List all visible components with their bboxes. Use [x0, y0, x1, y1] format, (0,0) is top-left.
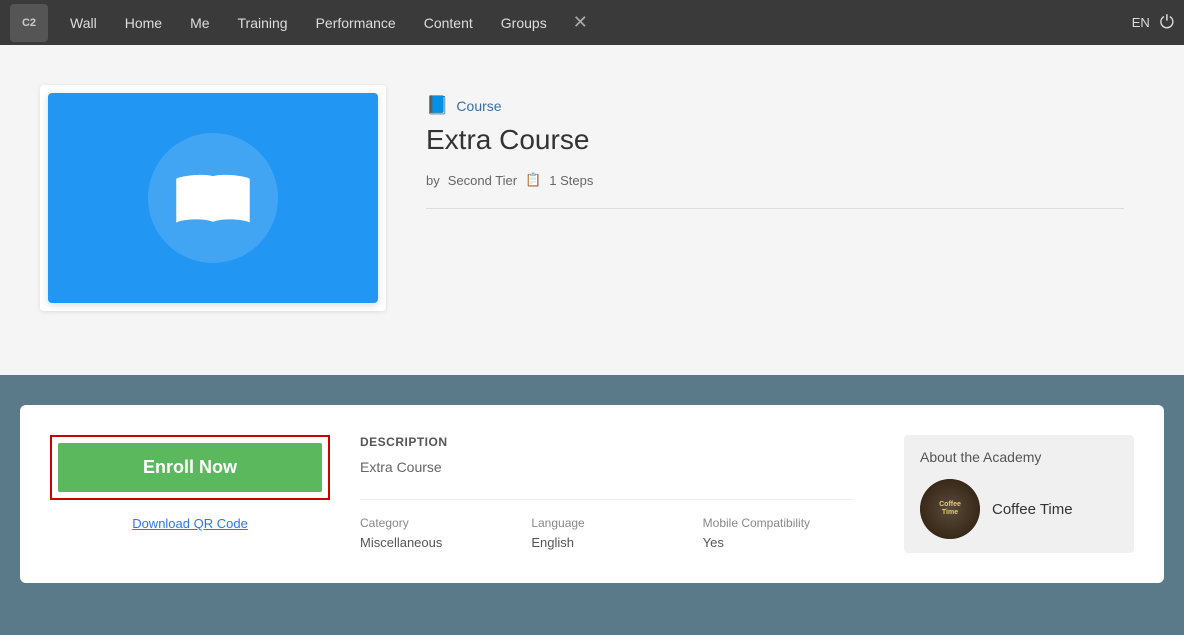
course-info: 📘 Course Extra Course by Second Tier 📋 1… — [426, 85, 1124, 209]
book-icon — [168, 163, 258, 233]
academy-name: Coffee Time — [992, 501, 1073, 518]
nav-performance[interactable]: Performance — [302, 0, 410, 45]
course-type-icon: 📘 — [426, 95, 448, 116]
meta-grid: Category Miscellaneous Language English … — [360, 516, 854, 552]
nav-me[interactable]: Me — [176, 0, 223, 45]
author-name: Second Tier — [448, 173, 517, 188]
nav-home[interactable]: Home — [111, 0, 176, 45]
mobile-value: Yes — [703, 535, 724, 550]
coffee-logo-text: CoffeeTime — [939, 501, 961, 518]
right-controls: EN ⏻ — [1132, 12, 1174, 33]
mobile-label: Mobile Compatibility — [703, 516, 854, 530]
course-thumbnail-wrapper — [40, 85, 386, 311]
mobile-item: Mobile Compatibility Yes — [703, 516, 854, 552]
steps-count: 1 Steps — [549, 173, 593, 188]
coffee-logo: CoffeeTime — [920, 479, 980, 539]
bottom-section: Enroll Now Download QR Code DESCRIPTION … — [0, 375, 1184, 635]
course-type: 📘 Course — [426, 95, 1124, 116]
category-value: Miscellaneous — [360, 535, 442, 550]
academy-column: About the Academy CoffeeTime Coffee Time — [904, 435, 1134, 553]
language-selector[interactable]: EN — [1132, 15, 1150, 30]
category-label: Category — [360, 516, 511, 530]
download-qr-link[interactable]: Download QR Code — [132, 516, 248, 531]
language-item: Language English — [531, 516, 682, 552]
description-column: DESCRIPTION Extra Course Category Miscel… — [360, 435, 874, 553]
course-header-section: 📘 Course Extra Course by Second Tier 📋 1… — [0, 45, 1184, 375]
steps-icon: 📋 — [525, 172, 541, 188]
thumbnail-circle — [148, 133, 278, 263]
enroll-button-wrapper: Enroll Now — [50, 435, 330, 500]
enroll-column: Enroll Now Download QR Code — [50, 435, 330, 553]
bottom-inner: Enroll Now Download QR Code DESCRIPTION … — [20, 405, 1164, 583]
nav-groups[interactable]: Groups — [487, 0, 561, 45]
language-label: Language — [531, 516, 682, 530]
description-divider — [360, 499, 854, 500]
description-text: Extra Course — [360, 459, 854, 475]
navbar: C2 Wall Home Me Training Performance Con… — [0, 0, 1184, 45]
description-heading: DESCRIPTION — [360, 435, 854, 449]
category-item: Category Miscellaneous — [360, 516, 511, 552]
power-button[interactable]: ⏻ — [1160, 12, 1174, 33]
nav-content[interactable]: Content — [410, 0, 487, 45]
enroll-now-button[interactable]: Enroll Now — [58, 443, 322, 492]
academy-profile: CoffeeTime Coffee Time — [920, 479, 1118, 539]
academy-avatar: CoffeeTime — [920, 479, 980, 539]
nav-training[interactable]: Training — [224, 0, 302, 45]
by-label: by — [426, 173, 440, 188]
course-type-text: Course — [456, 98, 501, 114]
course-meta: by Second Tier 📋 1 Steps — [426, 172, 1124, 188]
academy-box: About the Academy CoffeeTime Coffee Time — [904, 435, 1134, 553]
academy-heading: About the Academy — [920, 449, 1118, 465]
nav-wall[interactable]: Wall — [56, 0, 111, 45]
app-logo[interactable]: C2 — [10, 4, 48, 42]
close-icon[interactable]: ✕ — [561, 0, 600, 45]
course-divider — [426, 208, 1124, 209]
course-title: Extra Course — [426, 124, 1124, 156]
language-value: English — [531, 535, 574, 550]
course-thumbnail — [48, 93, 378, 303]
